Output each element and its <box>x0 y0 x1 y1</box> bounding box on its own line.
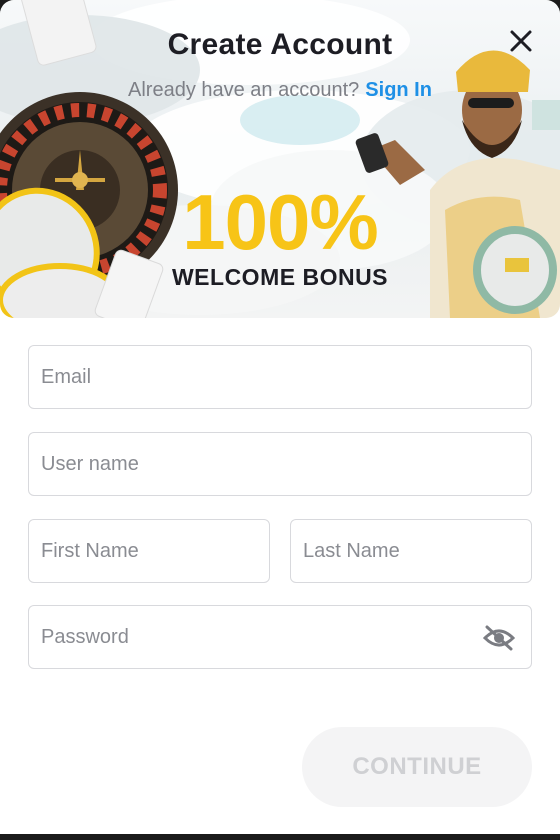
promo-banner: Create Account Already have an account? S… <box>0 0 560 318</box>
password-field[interactable] <box>29 606 531 668</box>
page-title: Create Account <box>167 28 393 61</box>
bonus-percent: 100% <box>182 178 379 266</box>
first-name-field[interactable] <box>29 520 269 582</box>
eye-off-icon <box>482 625 516 651</box>
password-field-wrapper <box>28 605 532 669</box>
toggle-password-visibility[interactable] <box>482 625 516 651</box>
close-button[interactable] <box>505 25 537 57</box>
username-field[interactable] <box>29 433 531 495</box>
continue-button[interactable]: CONTINUE <box>302 727 532 807</box>
username-field-wrapper <box>28 432 532 496</box>
first-name-field-wrapper <box>28 519 270 583</box>
signin-prompt-text: Already have an account? <box>128 79 360 101</box>
bonus-label: WELCOME BONUS <box>171 264 389 290</box>
close-icon <box>510 30 532 52</box>
last-name-field-wrapper <box>290 519 532 583</box>
create-account-modal: Create Account Already have an account? S… <box>0 0 560 834</box>
last-name-field[interactable] <box>291 520 531 582</box>
signin-link[interactable]: Sign In <box>365 79 432 101</box>
email-field[interactable] <box>29 346 531 408</box>
signin-prompt-row: Already have an account? Sign In <box>0 79 560 102</box>
email-field-wrapper <box>28 345 532 409</box>
